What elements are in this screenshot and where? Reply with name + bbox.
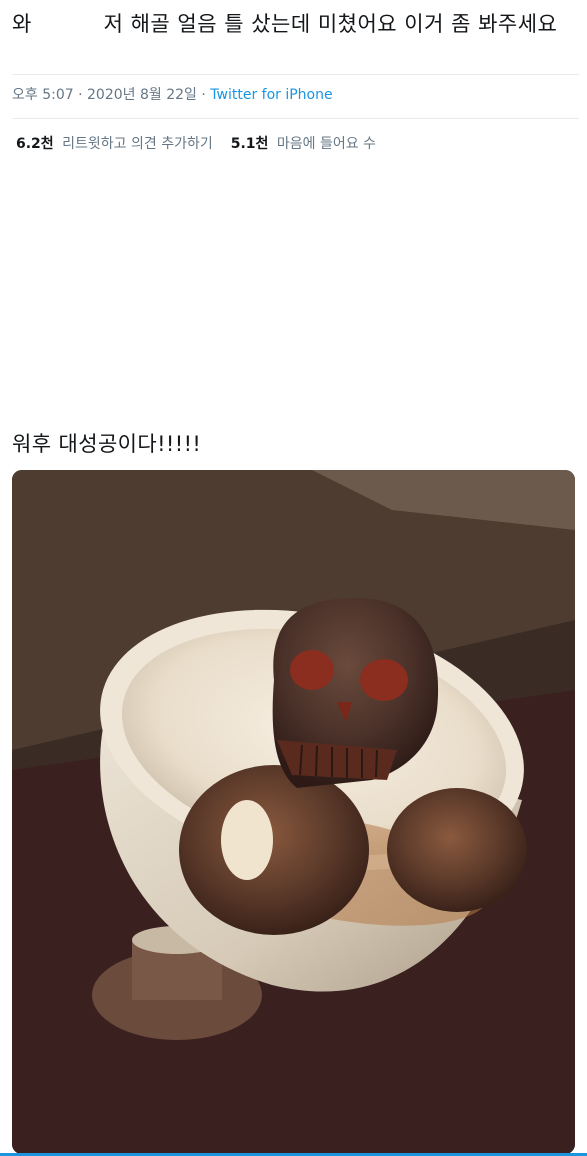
skull-ice-photo[interactable] bbox=[12, 470, 575, 1154]
image-caption: 워후 대성공이다!!!!! bbox=[12, 432, 202, 456]
tweet-text: 와 저 해골 얼음 틀 샀는데 미쳤어요 이거 좀 봐주세요 bbox=[12, 12, 558, 36]
tweet-metadata: 오후 5:07 · 2020년 8월 22일 · Twitter for iPh… bbox=[12, 84, 333, 104]
like-label: 마음에 들어요 수 bbox=[276, 136, 376, 152]
photo-illustration bbox=[12, 470, 575, 1154]
meta-separator: · bbox=[201, 87, 206, 103]
retweet-label: 리트윗하고 의견 추가하기 bbox=[62, 136, 213, 152]
retweet-count: 6.2천 bbox=[16, 136, 54, 152]
divider bbox=[12, 74, 579, 75]
like-count: 5.1천 bbox=[230, 136, 269, 152]
tweet-stats: 6.2천 리트윗하고 의견 추가하기 5.1천 마음에 들어요 수 bbox=[16, 133, 376, 153]
divider bbox=[12, 118, 579, 119]
meta-separator: · bbox=[78, 87, 83, 103]
tweet-time[interactable]: 오후 5:07 bbox=[12, 87, 74, 103]
tweet-date[interactable]: 2020년 8월 22일 bbox=[87, 87, 197, 103]
like-stat[interactable]: 5.1천 마음에 들어요 수 bbox=[231, 133, 376, 153]
retweet-stat[interactable]: 6.2천 리트윗하고 의견 추가하기 bbox=[16, 133, 213, 153]
tweet-source-link[interactable]: Twitter for iPhone bbox=[210, 87, 332, 103]
